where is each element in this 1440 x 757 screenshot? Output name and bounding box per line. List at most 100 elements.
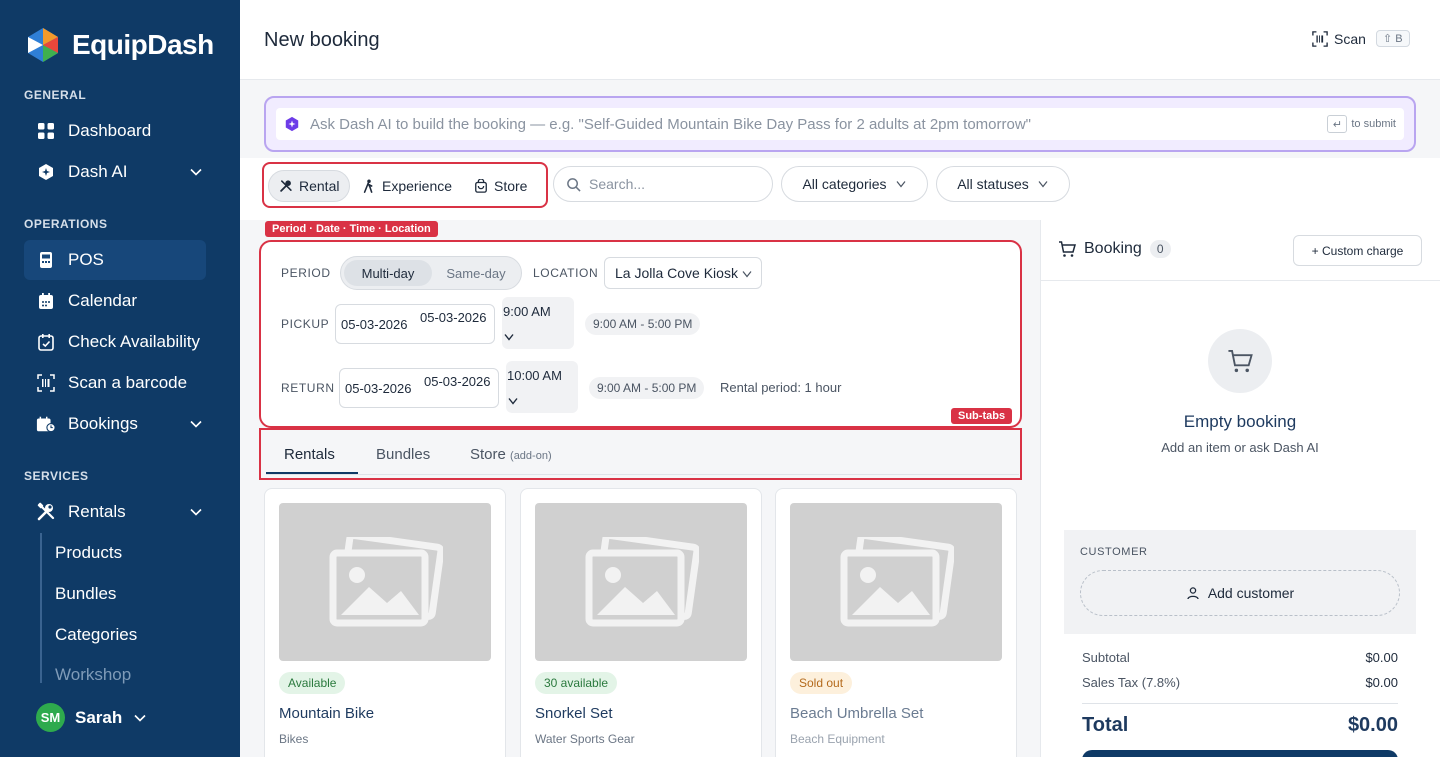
add-customer-button[interactable]: Add customer — [1080, 570, 1400, 616]
mode-rental[interactable]: Rental — [268, 170, 351, 202]
sidebar-item-label: POS — [68, 250, 104, 269]
sidebar-subitem-bundles[interactable]: Bundles — [55, 584, 116, 604]
sidebar-item-calendar[interactable]: Calendar — [24, 281, 206, 321]
subtotal-row: Subtotal $0.00 — [1082, 650, 1398, 665]
chevron-down-icon — [134, 714, 146, 722]
tab-rentals[interactable]: Rentals — [284, 446, 335, 463]
statuses-dropdown[interactable]: All statuses — [936, 166, 1070, 202]
tax-label: Sales Tax (7.8%) — [1082, 675, 1181, 690]
tab-bundles[interactable]: Bundles — [376, 446, 430, 463]
tools-icon — [280, 180, 292, 192]
product-name: Snorkel Set — [535, 705, 613, 722]
user-name: Sarah — [75, 707, 123, 727]
pickup-hours: 9:00 AM - 5:00 PM — [585, 313, 701, 335]
sidebar-subitem-workshop[interactable]: Workshop — [55, 665, 131, 685]
brand[interactable]: EquipDash — [24, 26, 214, 64]
total-value: $0.00 — [1347, 714, 1398, 736]
return-date-input[interactable]: 05-03-2026 05-03-2026 — [339, 368, 499, 408]
sidebar-item-dashboard[interactable]: Dashboard — [24, 111, 206, 151]
avatar: SM — [36, 703, 65, 732]
return-label: RETURN — [281, 381, 335, 395]
checkout-button[interactable] — [1082, 750, 1398, 757]
image-placeholder-icon — [535, 503, 747, 661]
return-time-value: 10:00 AM — [507, 368, 562, 383]
empty-cart-badge — [1208, 329, 1272, 393]
scan-button[interactable]: Scan ⇧ B — [1312, 30, 1410, 47]
sidebar-item-label: Dashboard — [68, 121, 152, 140]
pickup-time-select[interactable]: 9:00 AM — [502, 297, 574, 349]
subtotal-value: $0.00 — [1365, 650, 1398, 665]
status-badge: Sold out — [790, 672, 853, 694]
sidebar-item-scan-barcode[interactable]: Scan a barcode — [24, 363, 206, 403]
sidebar-item-rentals[interactable]: Rentals — [24, 492, 206, 532]
search-placeholder: Search... — [589, 176, 646, 192]
sidebar-item-pos[interactable]: POS — [24, 240, 206, 280]
product-card-beach-umbrella-set[interactable]: Sold out Beach Umbrella Set Beach Equipm… — [775, 488, 1017, 757]
brand-name: EquipDash — [72, 29, 214, 60]
product-card-mountain-bike[interactable]: Available Mountain Bike Bikes — [264, 488, 506, 757]
submit-hint-label: to submit — [1351, 118, 1396, 130]
section-operations: OPERATIONS — [24, 217, 108, 231]
status-badge: 30 available — [535, 672, 618, 694]
sidebar-subitem-products[interactable]: Products — [55, 543, 122, 563]
chevron-down-icon — [508, 398, 518, 405]
product-subtabs: Rentals Bundles Store (add-on) — [259, 428, 1022, 480]
sidebar-item-label: Scan a barcode — [68, 373, 188, 392]
product-card-snorkel-set[interactable]: 30 available Snorkel Set Water Sports Ge… — [520, 488, 762, 757]
dropdown-label: All statuses — [957, 176, 1029, 192]
user-icon — [1187, 587, 1199, 600]
chevron-down-icon — [190, 508, 202, 516]
page-title: New booking — [264, 29, 380, 51]
barcode-scan-icon — [1312, 30, 1328, 47]
tab-store-addon: (add-on) — [510, 450, 552, 462]
period-multi-day[interactable]: Multi-day — [344, 260, 432, 286]
mode-label: Rental — [299, 178, 340, 194]
product-name: Mountain Bike — [279, 705, 375, 722]
categories-dropdown[interactable]: All categories — [781, 166, 928, 202]
product-name: Beach Umbrella Set — [790, 705, 924, 722]
chevron-down-icon — [190, 420, 202, 428]
sidebar-item-label: Check Availability — [68, 332, 200, 351]
empty-booking-subtitle: Add an item or ask Dash AI — [1161, 440, 1319, 455]
user-menu[interactable]: SM Sarah — [36, 703, 148, 732]
tax-value: $0.00 — [1365, 675, 1398, 690]
total-label: Total — [1082, 714, 1129, 736]
dropdown-label: All categories — [802, 176, 887, 192]
dash-ai-icon — [285, 116, 299, 132]
period-same-day[interactable]: Same-day — [433, 260, 519, 286]
sidebar-item-dash-ai[interactable]: Dash AI — [24, 152, 206, 192]
calendar-list-icon — [36, 414, 56, 434]
return-time-select[interactable]: 10:00 AM — [506, 361, 578, 413]
chevron-down-icon — [190, 168, 202, 176]
period-label: PERIOD — [281, 266, 331, 280]
tab-store-label: Store — [470, 446, 506, 463]
cart-icon — [1228, 349, 1253, 373]
equipdash-logo-icon — [28, 28, 58, 62]
custom-charge-button[interactable]: + Custom charge — [1293, 235, 1422, 266]
search-input[interactable]: Search... — [553, 166, 773, 202]
booking-divider — [1040, 280, 1440, 281]
sidebar-item-check-availability[interactable]: Check Availability — [24, 322, 206, 362]
chevron-down-icon — [896, 181, 905, 188]
tools-icon — [36, 502, 56, 522]
section-general: GENERAL — [24, 88, 87, 102]
mode-experience[interactable]: Experience — [352, 170, 462, 202]
image-placeholder-icon — [279, 503, 491, 661]
pos-terminal-icon — [36, 250, 56, 270]
empty-booking-title: Empty booking — [1183, 412, 1297, 431]
location-select[interactable]: La Jolla Cove Kiosk — [604, 257, 762, 289]
pickup-date-input[interactable]: 05-03-2026 05-03-2026 — [335, 304, 495, 344]
add-customer-label: Add customer — [1207, 585, 1295, 601]
search-icon — [567, 177, 581, 192]
sidebar-subitem-categories[interactable]: Categories — [55, 625, 137, 645]
tab-store[interactable]: Store (add-on) — [470, 446, 552, 463]
return-date-value: 05-03-2026 — [424, 374, 491, 389]
enter-key-icon: ↵ — [1327, 115, 1348, 133]
sidebar-item-label: Bookings — [68, 414, 138, 433]
grid-icon — [36, 121, 56, 141]
sidebar-item-bookings[interactable]: Bookings — [24, 404, 206, 444]
barcode-scan-icon — [36, 373, 56, 393]
mode-label: Experience — [382, 178, 453, 194]
dash-ai-input[interactable]: Ask Dash AI to build the booking — e.g. … — [276, 108, 1404, 140]
mode-store[interactable]: Store — [464, 170, 537, 202]
